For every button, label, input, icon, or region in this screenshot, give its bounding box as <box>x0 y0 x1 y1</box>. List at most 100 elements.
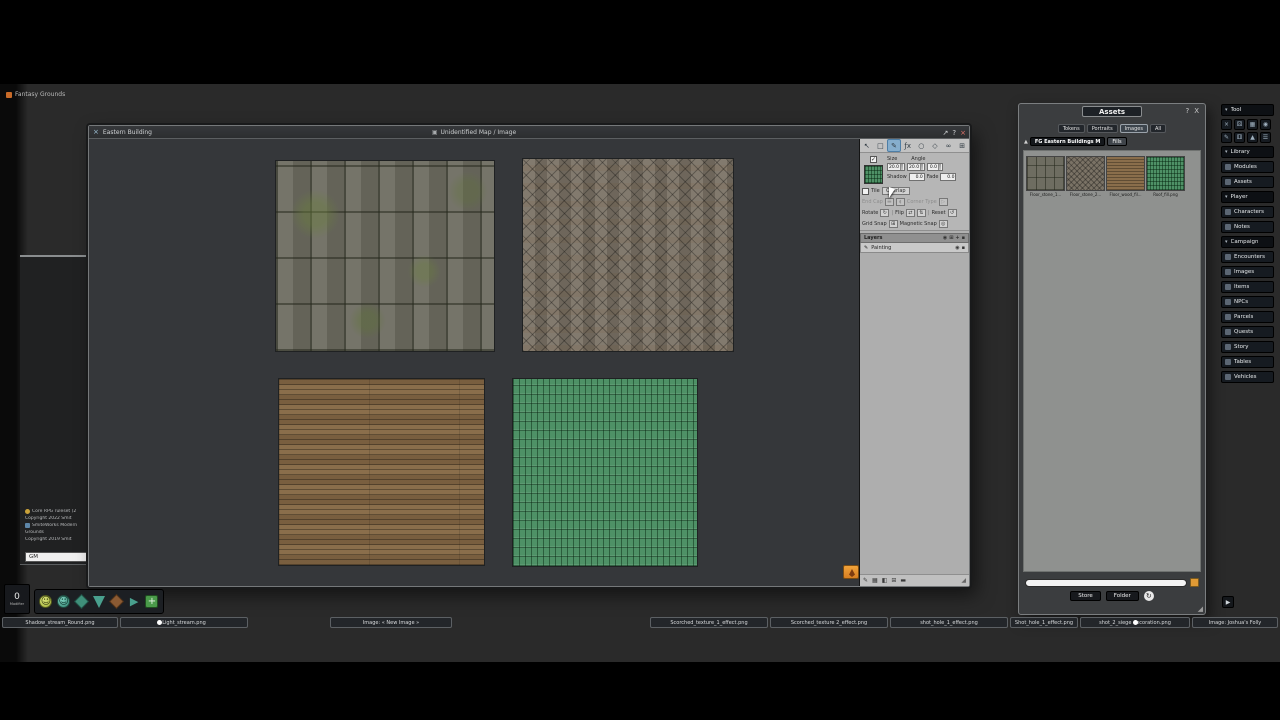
die-icon[interactable] <box>109 594 124 609</box>
module-breadcrumb-button[interactable]: FG Eastern Buildings M <box>1030 137 1106 146</box>
chat-window[interactable]: Core RPG ruleset (2 Copyright 2022 Smit … <box>20 255 88 565</box>
sidebar-header-library[interactable]: ▾ Library <box>1221 146 1274 158</box>
fill-angle-field[interactable]: 0.0 <box>927 163 943 171</box>
lock-layers-icon[interactable]: ▪ <box>962 235 965 241</box>
sidebar-header-player[interactable]: ▾ Player <box>1221 191 1274 203</box>
magnetic-snap-button[interactable]: ◎ <box>939 220 948 228</box>
store-button[interactable]: Store <box>1070 591 1101 601</box>
taskbar-tab-shot-hole-2[interactable]: Shot_hole_1_effect.png <box>1010 617 1078 628</box>
resize-window-icon[interactable]: ↗ <box>943 129 949 137</box>
close-window-icon[interactable]: × <box>960 129 966 137</box>
assets-title-tab[interactable]: Assets <box>1082 106 1142 117</box>
menu-icon[interactable]: ☰ <box>1260 132 1271 143</box>
sidebar-item-parcels[interactable]: Parcels <box>1221 311 1274 323</box>
sidebar-item-quests[interactable]: Quests <box>1221 326 1274 338</box>
modifier-stack[interactable]: 0 Modifier <box>4 584 30 614</box>
grid-icon[interactable]: ⊞ <box>949 235 953 241</box>
draw-icon[interactable]: ✎ <box>1221 132 1232 143</box>
grid-icon[interactable]: ▦ <box>1247 119 1258 130</box>
rotate-button[interactable]: ↻ <box>880 209 889 217</box>
arrow-icon[interactable]: ▶ <box>128 595 141 608</box>
smiley-icon[interactable]: ☺ <box>39 595 52 608</box>
sidebar-item-story[interactable]: Story <box>1221 341 1274 353</box>
map-window-titlebar[interactable]: × Eastern Building ▣ Unidentified Map / … <box>89 126 969 139</box>
wood-plank-texture[interactable] <box>279 379 484 565</box>
sidebar-item-notes[interactable]: Notes <box>1221 221 1274 233</box>
stepper-icon[interactable] <box>900 164 903 170</box>
stepper-icon[interactable] <box>920 164 923 170</box>
sidebar-item-modules[interactable]: Modules <box>1221 161 1274 173</box>
sidebar-item-tables[interactable]: Tables <box>1221 356 1274 368</box>
eye-icon[interactable]: ◉ <box>955 245 959 251</box>
smiley-teal-icon[interactable]: ☺ <box>57 595 70 608</box>
shape-tool-icon[interactable]: □ <box>874 140 886 151</box>
pencil-icon[interactable]: ✎ <box>863 577 868 584</box>
overlap-button[interactable]: Overlap <box>882 187 910 195</box>
herringbone-brick-texture[interactable] <box>523 159 733 351</box>
taskbar-tab-scorched-1[interactable]: Scorched_texture_1_effect.png <box>650 617 768 628</box>
add-icon[interactable]: + <box>145 595 158 608</box>
flip-horizontal-button[interactable]: ⇄ <box>906 209 915 217</box>
lock-icon[interactable]: ▪ <box>962 245 965 251</box>
taskbar-tab-joshuas-folly[interactable]: Image: Joshua's Folly <box>1192 617 1278 628</box>
circle-tool-icon[interactable]: ○ <box>915 140 927 151</box>
ruler-icon[interactable]: ▬ <box>900 577 906 584</box>
select-tool-icon[interactable]: ↖ <box>861 140 873 151</box>
sidebar-item-assets[interactable]: Assets <box>1221 176 1274 188</box>
tab-portraits[interactable]: Portraits <box>1087 124 1118 133</box>
tile-checkbox[interactable] <box>862 188 869 195</box>
folder-button[interactable]: Folder <box>1106 591 1139 601</box>
close-window-icon[interactable]: X <box>1194 107 1199 115</box>
sidebar-item-characters[interactable]: Characters <box>1221 206 1274 218</box>
taskbar-tab-siege-decoration[interactable]: shot_2_siege decoration.png <box>1080 617 1190 628</box>
sidebar-item-vehicles[interactable]: Vehicles <box>1221 371 1274 383</box>
sidebar-header-campaign[interactable]: ▾ Campaign <box>1221 236 1274 248</box>
fill-enabled-checkbox[interactable] <box>870 156 877 163</box>
link-tool-icon[interactable]: ∞ <box>943 140 955 151</box>
fills-filter-button[interactable]: Fills <box>1107 137 1126 146</box>
tab-all[interactable]: All <box>1150 124 1166 133</box>
tab-images[interactable]: Images <box>1120 124 1148 133</box>
store-badge-icon[interactable] <box>1190 578 1199 587</box>
sidebar-item-encounters[interactable]: Encounters <box>1221 251 1274 263</box>
asset-item-roof-fill[interactable]: Roof_fill.png <box>1146 156 1185 197</box>
resize-grip-icon[interactable]: ◢ <box>961 577 966 584</box>
paint-tool-icon[interactable]: ✎ <box>888 140 900 151</box>
texture-icon[interactable]: ▦ <box>872 577 878 584</box>
tab-tokens[interactable]: Tokens <box>1058 124 1085 133</box>
taskbar-tab-shadow-stream[interactable]: Shadow_stream_Round.png <box>2 617 118 628</box>
asset-item-floor-stone-2[interactable]: Floor_stone_2... <box>1066 156 1105 197</box>
half-tone-icon[interactable]: ◧ <box>882 577 888 584</box>
asset-item-floor-stone-1[interactable]: Floor_stone_1... <box>1026 156 1065 197</box>
reset-button[interactable]: ↺ <box>948 209 957 217</box>
effects-tool-icon[interactable]: ƒx <box>902 140 914 151</box>
fill-size-y-field[interactable]: 20.0 <box>907 163 925 171</box>
chat-identity-field[interactable]: GM <box>25 552 87 562</box>
shadow-field[interactable]: 0.0 <box>909 173 925 181</box>
visibility-icon[interactable]: ◉ <box>943 235 947 241</box>
sidebar-header-tool[interactable]: ▾ Tool <box>1221 104 1274 116</box>
fill-size-x-field[interactable]: 20.0 <box>887 163 905 171</box>
grid-icon[interactable]: ⊞ <box>891 577 896 584</box>
taskbar-tab-light-stream[interactable]: Light_stream.png <box>120 617 248 628</box>
close-tool-icon[interactable]: × <box>1221 119 1232 130</box>
taskbar-tab-shot-hole-1[interactable]: shot_hole_1_effect.png <box>890 617 1008 628</box>
pointer-pin-icon[interactable] <box>93 596 105 608</box>
help-icon[interactable]: ? <box>952 129 956 137</box>
pointer-icon[interactable]: ▲ <box>1247 132 1258 143</box>
green-shingle-texture[interactable] <box>513 379 697 566</box>
fade-field[interactable]: 0.0 <box>940 173 956 181</box>
add-layer-icon[interactable]: + <box>955 235 959 241</box>
grid-tool-icon[interactable]: ⊞ <box>956 140 968 151</box>
taskbar-tab-scorched-2[interactable]: Scorched_texture 2_effect.png <box>770 617 888 628</box>
sidebar-item-images[interactable]: Images <box>1221 266 1274 278</box>
close-tab-icon[interactable]: × <box>93 128 99 136</box>
layer-row-painting[interactable]: ✎ Painting ◉ ▪ <box>860 243 969 253</box>
sidebar-expand-button[interactable]: ▶ <box>1222 596 1234 608</box>
taskbar-tab-new-image[interactable]: Image: « New Image » <box>330 617 452 628</box>
collapse-icon[interactable]: ▲ <box>1024 139 1028 145</box>
polygon-tool-icon[interactable]: ◇ <box>929 140 941 151</box>
target-icon[interactable]: ◉ <box>1260 119 1271 130</box>
fill-preview-swatch[interactable] <box>864 165 883 184</box>
d20-icon[interactable] <box>74 594 89 609</box>
